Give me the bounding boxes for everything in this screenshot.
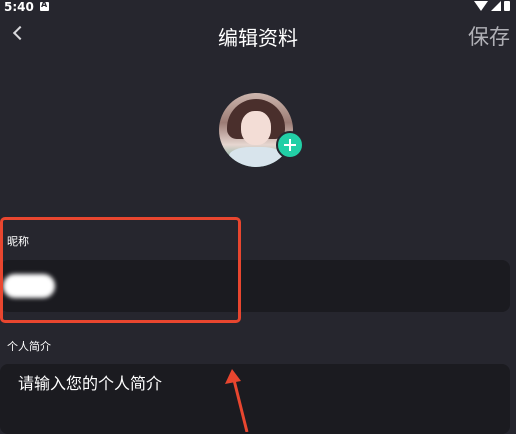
avatar-face xyxy=(241,111,271,145)
nickname-redaction xyxy=(3,274,55,298)
plus-icon xyxy=(284,139,296,151)
status-time: 5:40 xyxy=(4,0,34,14)
battery-icon xyxy=(504,1,510,11)
bio-field[interactable]: 请输入您的个人简介 xyxy=(0,364,510,434)
bio-label: 个人简介 xyxy=(7,340,51,353)
notification-a-icon xyxy=(40,0,49,11)
avatar-shirt xyxy=(229,147,283,167)
avatar-editor[interactable] xyxy=(219,93,304,169)
nav-bar: 编辑资料 保存 xyxy=(0,14,516,60)
add-avatar-button[interactable] xyxy=(276,131,304,159)
wifi-icon xyxy=(474,1,488,11)
nickname-label: 昵称 xyxy=(7,235,29,248)
status-icons xyxy=(474,1,510,11)
page-title: 编辑资料 xyxy=(218,26,298,50)
bio-placeholder: 请输入您的个人简介 xyxy=(18,374,163,393)
nickname-field[interactable] xyxy=(0,260,510,312)
save-button[interactable]: 保存 xyxy=(468,21,510,51)
signal-icon xyxy=(491,1,501,11)
